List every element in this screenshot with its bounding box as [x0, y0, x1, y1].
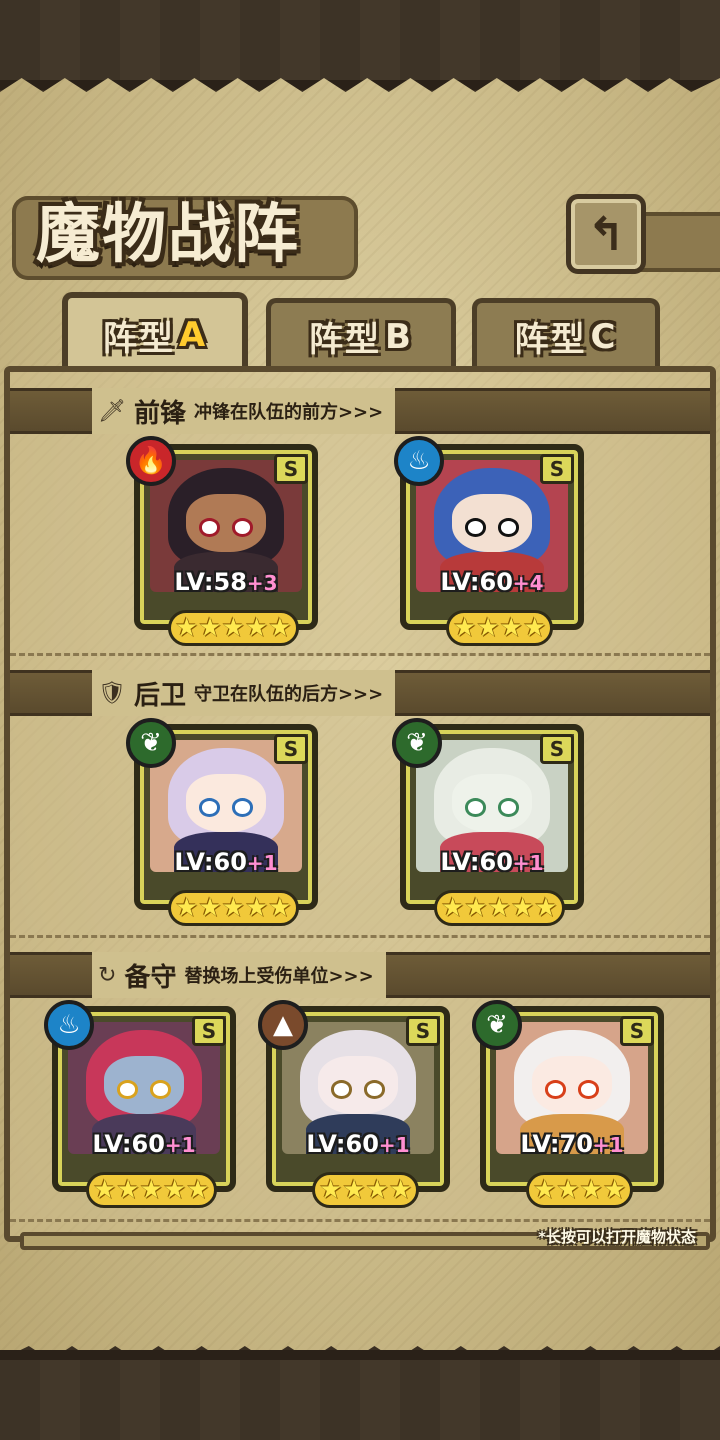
tab-label-suffix: A	[178, 315, 208, 355]
bottom-wood-border	[0, 1350, 720, 1440]
tab-label-suffix: B	[385, 316, 413, 357]
section-desc: 守卫在队伍的后方>>>	[193, 684, 384, 705]
level-label: LV:60+1	[58, 1130, 230, 1158]
section-name: 前锋	[133, 398, 186, 429]
star-rating: ★ ★ ★ ★	[526, 1172, 634, 1208]
leaf-element-icon: ❦	[392, 718, 442, 768]
level-label: LV:60+1	[406, 848, 578, 876]
vanguard-slots	[10, 434, 710, 656]
water-element-icon: ♨	[44, 1000, 94, 1050]
level-plus: +4	[512, 571, 544, 595]
star-rating: ★ ★ ★ ★	[446, 610, 554, 646]
level-label: LV:60+1	[272, 1130, 444, 1158]
reserve-label: ↻ 备守 替换场上受伤单位>>>	[92, 952, 386, 998]
star-rating: ★ ★ ★ ★ ★	[86, 1172, 217, 1208]
rank-badge: S	[274, 734, 308, 764]
tab-label-prefix: 阵型	[309, 320, 382, 360]
long-press-hint: *长按可以打开魔物状态	[538, 1228, 696, 1246]
tab-formation-a[interactable]: 阵型 A	[62, 292, 248, 372]
fire-element-icon: 🔥	[126, 436, 176, 486]
tab-formation-b[interactable]: 阵型 B	[266, 298, 456, 370]
water-element-icon: ♨	[394, 436, 444, 486]
sword-icon: 🗡	[98, 398, 126, 424]
level-plus: +1	[512, 851, 544, 875]
rank-badge: S	[274, 454, 308, 484]
star-rating: ★ ★ ★ ★	[312, 1172, 420, 1208]
leaf-element-icon: ❦	[472, 1000, 522, 1050]
section-name: 备守	[124, 962, 177, 993]
star-rating: ★ ★ ★ ★ ★	[434, 890, 565, 926]
rank-badge: S	[192, 1016, 226, 1046]
tab-label-prefix: 阵型	[514, 320, 587, 360]
shield-icon: 🛡	[98, 680, 126, 706]
star-rating: ★ ★ ★ ★ ★	[168, 890, 299, 926]
section-name: 后卫	[133, 680, 186, 711]
back-arrow-icon: ↰	[586, 207, 626, 261]
level-plus: +1	[164, 1133, 196, 1157]
level-value: LV:70	[520, 1130, 593, 1158]
top-wood-border	[0, 0, 720, 90]
section-desc: 冲锋在队伍的前方>>>	[193, 402, 384, 423]
vanguard-label: 🗡 前锋 冲锋在队伍的前方>>>	[92, 388, 396, 434]
level-label: LV:60+4	[406, 568, 578, 596]
leaf-element-icon: ❦	[126, 718, 176, 768]
star-rating: ★ ★ ★ ★ ★	[168, 610, 299, 646]
rank-badge: S	[540, 734, 574, 764]
tab-label-prefix: 阵型	[102, 318, 175, 359]
level-label: LV:58+3	[140, 568, 312, 596]
rank-badge: S	[540, 454, 574, 484]
rank-badge: S	[406, 1016, 440, 1046]
level-value: LV:60	[440, 848, 513, 876]
level-label: LV:70+1	[486, 1130, 658, 1158]
level-plus: +1	[592, 1133, 624, 1157]
level-plus: +3	[246, 571, 278, 595]
level-value: LV:60	[306, 1130, 379, 1158]
level-plus: +1	[246, 851, 278, 875]
level-label: LV:60+1	[140, 848, 312, 876]
level-value: LV:58	[174, 568, 247, 596]
level-plus: +1	[378, 1133, 410, 1157]
level-value: LV:60	[92, 1130, 165, 1158]
level-value: LV:60	[440, 568, 513, 596]
rearguard-label: 🛡 后卫 守卫在队伍的后方>>>	[92, 670, 396, 716]
swap-icon: ↻	[98, 962, 117, 988]
mountain-element-icon: ▲	[258, 1000, 308, 1050]
rank-badge: S	[620, 1016, 654, 1046]
rearguard-slots	[10, 716, 710, 938]
level-value: LV:60	[174, 848, 247, 876]
page-title: 魔物战阵	[36, 197, 300, 272]
section-desc: 替换场上受伤单位>>>	[184, 966, 374, 987]
tab-label-suffix: C	[590, 316, 618, 357]
back-button[interactable]: ↰	[566, 194, 646, 274]
tab-formation-c[interactable]: 阵型 C	[472, 298, 660, 370]
